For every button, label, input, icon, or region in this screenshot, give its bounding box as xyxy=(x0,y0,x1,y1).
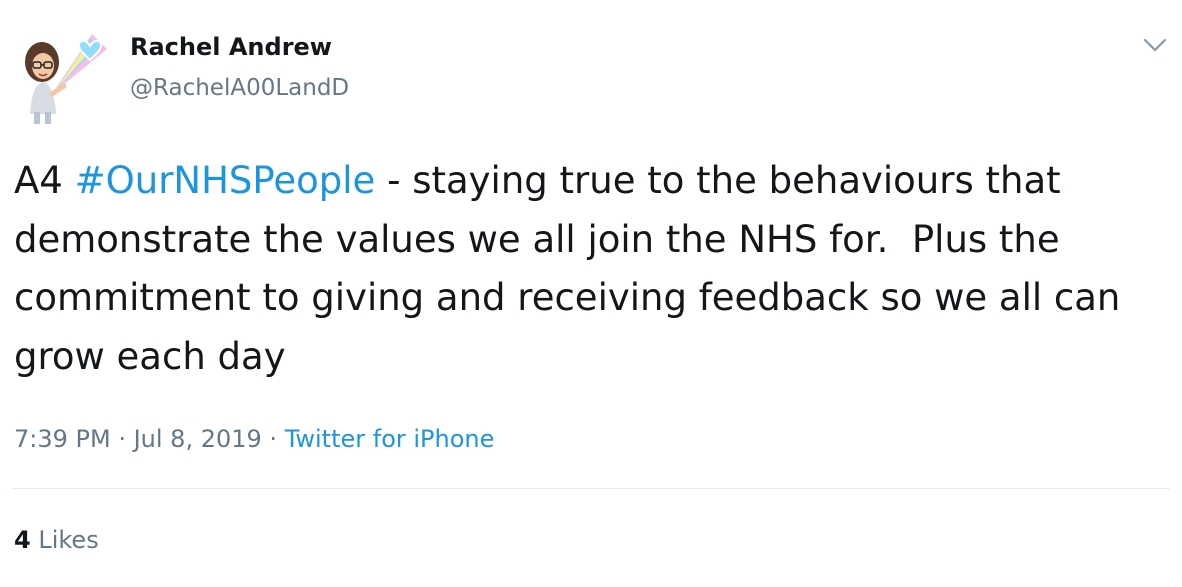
tweet-menu-button[interactable] xyxy=(1140,30,1170,60)
tweet-text: A4 #OurNHSPeople - staying true to the b… xyxy=(14,152,1174,386)
hashtag-link[interactable]: #OurNHSPeople xyxy=(75,159,376,202)
likes-count: 4 xyxy=(14,526,31,554)
tweet-date[interactable]: Jul 8, 2019 xyxy=(134,425,262,453)
tweet-source-link[interactable]: Twitter for iPhone xyxy=(285,425,495,453)
tweet-text-start: A4 xyxy=(14,159,75,202)
tweet-time[interactable]: 7:39 PM xyxy=(14,425,111,453)
likes-label: Likes xyxy=(38,526,99,554)
chevron-down-icon xyxy=(1143,38,1167,52)
divider xyxy=(12,488,1170,489)
meta-separator: · xyxy=(261,425,285,453)
author-handle[interactable]: @RachelA00LandD xyxy=(130,72,349,104)
bitmoji-avatar-icon xyxy=(25,34,107,124)
tweet-card: Rachel Andrew @RachelA00LandD A4 #OurNHS… xyxy=(0,0,1182,587)
tweet-meta: 7:39 PM · Jul 8, 2019 · Twitter for iPho… xyxy=(14,420,494,458)
avatar[interactable] xyxy=(12,24,112,124)
author-name[interactable]: Rachel Andrew xyxy=(130,30,332,64)
meta-separator: · xyxy=(110,425,134,453)
likes-stat[interactable]: 4 Likes xyxy=(14,520,99,560)
